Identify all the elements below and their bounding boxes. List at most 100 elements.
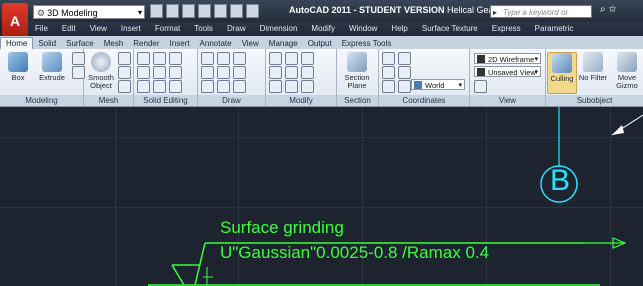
search-input[interactable]: Type a keyword or phrase xyxy=(490,5,592,30)
tab-express-tools[interactable]: Express Tools xyxy=(337,38,397,49)
menu-parametric[interactable]: Parametric xyxy=(528,22,581,36)
title-bar: A ⚙ 3D Modeling ▾ AutoCAD 2011 - STUDENT … xyxy=(0,0,643,39)
box-icon xyxy=(8,52,28,72)
menu-modify[interactable]: Modify xyxy=(304,22,342,36)
app-title: AutoCAD 2011 - STUDENT VERSION xyxy=(289,5,445,15)
menu-tools[interactable]: Tools xyxy=(187,22,220,36)
viewport-icon[interactable] xyxy=(474,80,487,93)
section-plane-button[interactable]: Section Plane xyxy=(340,52,374,90)
drawing-canvas[interactable]: B Surface grinding U"Gaussian"0.0025-0.8… xyxy=(0,107,643,286)
menu-surface-texture[interactable]: Surface Texture xyxy=(415,22,485,36)
tab-mesh[interactable]: Mesh xyxy=(99,38,129,49)
fillet-edge-icon[interactable] xyxy=(169,52,182,65)
mirror-icon[interactable] xyxy=(301,52,314,65)
tab-solid[interactable]: Solid xyxy=(33,38,61,49)
move-icon[interactable] xyxy=(285,52,298,65)
subtract-icon[interactable] xyxy=(137,66,150,79)
smooth-object-button[interactable]: Smooth Object xyxy=(86,52,116,90)
ucs-origin-icon[interactable] xyxy=(382,66,395,79)
ucs-y-icon[interactable] xyxy=(398,66,411,79)
workspace-icon[interactable] xyxy=(246,4,259,18)
menu-format[interactable]: Format xyxy=(148,22,187,36)
extrude-button[interactable]: Extrude xyxy=(34,52,70,82)
panel-label-section[interactable]: Section xyxy=(337,95,378,106)
modify-tools xyxy=(269,52,314,93)
trim-icon[interactable] xyxy=(301,66,314,79)
balloon-label: B xyxy=(550,164,571,197)
panel-label-view[interactable]: View xyxy=(470,95,545,106)
tab-view[interactable]: View xyxy=(237,38,264,49)
tab-home[interactable]: Home xyxy=(0,37,34,49)
array-icon[interactable] xyxy=(285,80,298,93)
menu-draw[interactable]: Draw xyxy=(220,22,253,36)
separate-icon[interactable] xyxy=(153,80,166,93)
menu-file[interactable]: File xyxy=(28,22,55,36)
rectangle-icon[interactable] xyxy=(201,80,214,93)
polyline-icon[interactable] xyxy=(201,66,214,79)
helix-icon[interactable] xyxy=(233,80,246,93)
ucs-x-icon[interactable] xyxy=(398,52,411,65)
ucs-z-icon[interactable] xyxy=(398,80,411,93)
named-view-dropdown[interactable]: Unsaved View ▾ xyxy=(474,66,541,77)
tab-surface[interactable]: Surface xyxy=(61,38,99,49)
ucs-icon[interactable] xyxy=(382,52,395,65)
slice-icon[interactable] xyxy=(153,66,166,79)
taper-icon[interactable] xyxy=(169,66,182,79)
erase-icon[interactable] xyxy=(301,80,314,93)
menu-insert[interactable]: Insert xyxy=(114,22,148,36)
ellipse-icon[interactable] xyxy=(233,66,246,79)
panel-label-mesh[interactable]: Mesh xyxy=(84,95,133,106)
tab-insert[interactable]: Insert xyxy=(165,38,195,49)
menu-view[interactable]: View xyxy=(83,22,114,36)
extract-edges-icon[interactable] xyxy=(153,52,166,65)
culling-button[interactable]: Culling xyxy=(547,52,577,94)
application-menu-button[interactable]: A xyxy=(2,3,28,39)
tab-output[interactable]: Output xyxy=(303,38,337,49)
ucs-object-icon[interactable] xyxy=(382,80,395,93)
smooth-less-icon[interactable] xyxy=(118,66,131,79)
menu-express[interactable]: Express xyxy=(485,22,528,36)
spline-icon[interactable] xyxy=(217,66,230,79)
open-icon[interactable] xyxy=(166,4,179,18)
panel-section: Section Plane Section xyxy=(337,49,379,106)
workspace-dropdown[interactable]: ⚙ 3D Modeling ▾ xyxy=(33,5,145,19)
new-icon[interactable] xyxy=(150,4,163,18)
tab-manage[interactable]: Manage xyxy=(264,38,303,49)
tab-annotate[interactable]: Annotate xyxy=(195,38,237,49)
chevron-down-icon: ▾ xyxy=(534,69,538,76)
menu-window[interactable]: Window xyxy=(342,22,384,36)
3d-move-icon[interactable] xyxy=(269,52,282,65)
menu-edit[interactable]: Edit xyxy=(55,22,83,36)
union-icon[interactable] xyxy=(137,52,150,65)
save-icon[interactable] xyxy=(182,4,195,18)
menu-help[interactable]: Help xyxy=(384,22,414,36)
print-icon[interactable] xyxy=(198,4,211,18)
arc-icon[interactable] xyxy=(217,52,230,65)
refine-icon[interactable] xyxy=(118,80,131,93)
panel-label-draw[interactable]: Draw xyxy=(198,95,265,106)
tab-render[interactable]: Render xyxy=(128,38,164,49)
line-icon[interactable] xyxy=(201,52,214,65)
shell-icon[interactable] xyxy=(169,80,182,93)
circle-icon[interactable] xyxy=(233,52,246,65)
align-icon[interactable] xyxy=(269,80,282,93)
redo-icon[interactable] xyxy=(230,4,243,18)
copy-icon[interactable] xyxy=(285,66,298,79)
smooth-more-icon[interactable] xyxy=(118,52,131,65)
no-filter-button[interactable]: No Filter xyxy=(577,52,609,82)
panel-label-subobject[interactable]: Subobject xyxy=(546,95,643,106)
panel-label-coordinates[interactable]: Coordinates xyxy=(379,95,469,106)
box-button[interactable]: Box xyxy=(3,52,33,82)
panel-label-solid-editing[interactable]: Solid Editing xyxy=(134,95,197,106)
move-gizmo-button[interactable]: Move Gizmo xyxy=(611,52,643,90)
polygon-icon[interactable] xyxy=(217,80,230,93)
panel-label-modeling[interactable]: Modeling xyxy=(0,95,83,106)
menu-dimension[interactable]: Dimension xyxy=(253,22,305,36)
undo-icon[interactable] xyxy=(214,4,227,18)
visual-style-dropdown[interactable]: 2D Wireframe ▾ xyxy=(474,53,541,64)
panel-label-modify[interactable]: Modify xyxy=(266,95,336,106)
intersect-icon[interactable] xyxy=(137,80,150,93)
ucs-dropdown[interactable]: World ▾ xyxy=(411,79,465,90)
3d-rotate-icon[interactable] xyxy=(269,66,282,79)
binoculars-icon[interactable]: ⌕ ✩ xyxy=(600,4,617,15)
